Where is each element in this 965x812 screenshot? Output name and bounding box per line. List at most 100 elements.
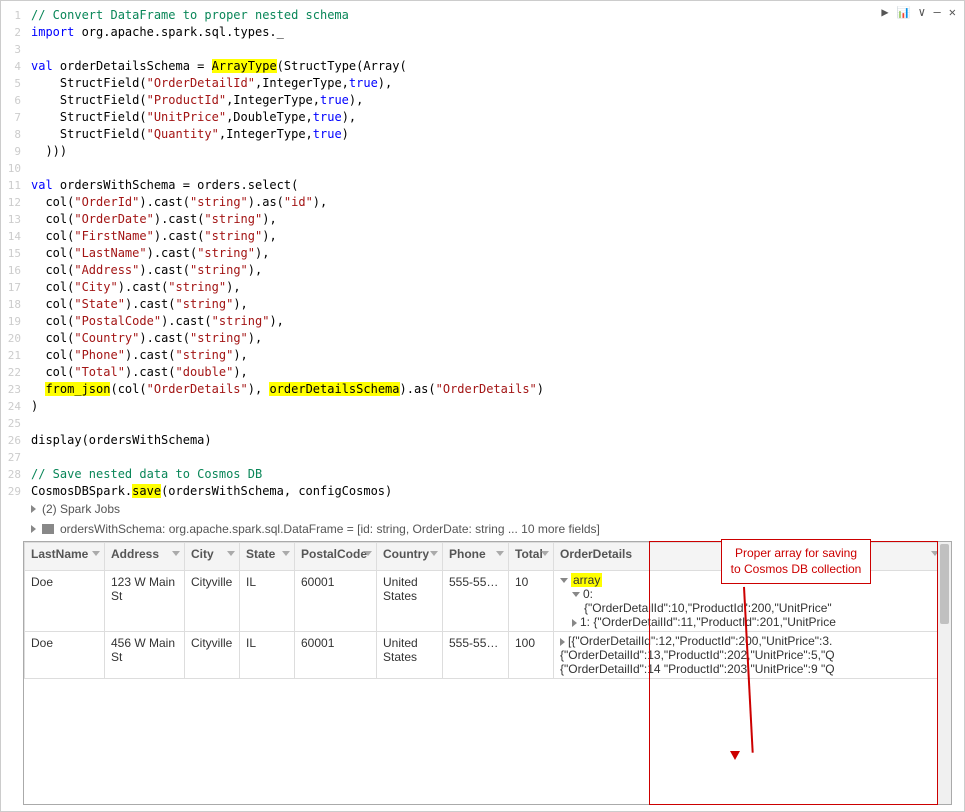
table-cell: IL <box>240 632 295 679</box>
code-line-content[interactable]: col("PostalCode").cast("string"), <box>31 313 284 330</box>
scrollbar-thumb[interactable] <box>940 544 949 624</box>
code-line-content[interactable]: col("Total").cast("double"), <box>31 364 248 381</box>
header-label: Address <box>111 547 159 561</box>
sort-icon[interactable] <box>496 551 504 556</box>
sort-icon[interactable] <box>172 551 180 556</box>
code-line-content[interactable]: ) <box>31 398 38 415</box>
array-item-value: {"OrderDetailId":10,"ProductId":200,"Uni… <box>558 601 943 615</box>
code-line-content[interactable]: col("Phone").cast("string"), <box>31 347 248 364</box>
sort-icon[interactable] <box>541 551 549 556</box>
table-cell: 100 <box>509 632 554 679</box>
line-number: 19 <box>1 313 31 330</box>
sort-icon[interactable] <box>430 551 438 556</box>
header-label: Phone <box>449 547 486 561</box>
table-cell: Cityville <box>185 571 240 632</box>
code-line-content[interactable]: from_json(col("OrderDetails"), orderDeta… <box>31 381 544 398</box>
header-label: City <box>191 547 214 561</box>
line-number: 22 <box>1 364 31 381</box>
column-header[interactable]: Phone <box>443 543 509 571</box>
code-line-content[interactable]: // Convert DataFrame to proper nested sc… <box>31 7 349 24</box>
header-label: State <box>246 547 275 561</box>
code-line-content[interactable]: col("OrderDate").cast("string"), <box>31 211 277 228</box>
line-number: 2 <box>1 24 31 41</box>
header-label: Total <box>515 547 543 561</box>
table-row[interactable]: Doe456 W Main StCityvilleIL60001United S… <box>25 632 944 679</box>
header-label: PostalCode <box>301 547 367 561</box>
line-number: 3 <box>1 41 31 58</box>
line-number: 12 <box>1 194 31 211</box>
code-line-content[interactable]: display(ordersWithSchema) <box>31 432 212 449</box>
line-number: 14 <box>1 228 31 245</box>
table-cell: Cityville <box>185 632 240 679</box>
table-cell: 555-555-5555 <box>443 571 509 632</box>
line-number: 1 <box>1 7 31 24</box>
code-line-content[interactable]: col("State").cast("string"), <box>31 296 248 313</box>
array-item-value: [{"OrderDetailId":12,"ProductId":200,"Un… <box>558 634 943 648</box>
column-header[interactable]: Total <box>509 543 554 571</box>
column-header[interactable]: PostalCode <box>295 543 377 571</box>
chevron-right-icon <box>31 525 36 533</box>
sort-icon[interactable] <box>364 551 372 556</box>
code-line-content[interactable]: StructField("Quantity",IntegerType,true) <box>31 126 349 143</box>
line-number: 20 <box>1 330 31 347</box>
code-line-content[interactable]: StructField("ProductId",IntegerType,true… <box>31 92 363 109</box>
code-line-content[interactable]: StructField("UnitPrice",DoubleType,true)… <box>31 109 356 126</box>
column-header[interactable]: LastName <box>25 543 105 571</box>
chevron-down-icon[interactable] <box>560 578 568 583</box>
sort-icon[interactable] <box>92 551 100 556</box>
line-number: 4 <box>1 58 31 75</box>
schema-expander[interactable]: ordersWithSchema: org.apache.spark.sql.D… <box>31 519 954 539</box>
spark-jobs-expander[interactable]: (2) Spark Jobs <box>31 499 954 519</box>
code-line-content[interactable]: col("OrderId").cast("string").as("id"), <box>31 194 327 211</box>
code-line-content[interactable]: // Save nested data to Cosmos DB <box>31 466 262 483</box>
line-number: 11 <box>1 177 31 194</box>
code-line-content[interactable]: col("FirstName").cast("string"), <box>31 228 277 245</box>
code-line-content[interactable]: col("LastName").cast("string"), <box>31 245 269 262</box>
table-cell: 123 W Main St <box>105 571 185 632</box>
callout-text: Proper array for saving to Cosmos DB col… <box>731 546 862 576</box>
code-line-content[interactable]: val ordersWithSchema = orders.select( <box>31 177 298 194</box>
code-editor[interactable]: 1// Convert DataFrame to proper nested s… <box>1 7 964 500</box>
line-number: 8 <box>1 126 31 143</box>
code-line-content[interactable]: val orderDetailsSchema = ArrayType(Struc… <box>31 58 407 75</box>
schema-label: ordersWithSchema: org.apache.spark.sql.D… <box>60 522 600 536</box>
column-header[interactable]: State <box>240 543 295 571</box>
line-number: 18 <box>1 296 31 313</box>
column-header[interactable]: Address <box>105 543 185 571</box>
callout-box: Proper array for saving to Cosmos DB col… <box>721 539 871 584</box>
sort-icon[interactable] <box>227 551 235 556</box>
code-line-content[interactable]: col("Address").cast("string"), <box>31 262 262 279</box>
vertical-scrollbar[interactable] <box>937 542 951 804</box>
chevron-right-icon[interactable] <box>572 619 577 627</box>
line-number: 16 <box>1 262 31 279</box>
array-item-value: {"OrderDetailId":14 "ProductId":203 "Uni… <box>558 662 943 676</box>
table-cell: Doe <box>25 571 105 632</box>
chevron-right-icon <box>31 505 36 513</box>
spark-jobs-label: (2) Spark Jobs <box>42 502 120 516</box>
column-header[interactable]: City <box>185 543 240 571</box>
code-line-content[interactable]: StructField("OrderDetailId",IntegerType,… <box>31 75 392 92</box>
table-cell: Doe <box>25 632 105 679</box>
header-label: LastName <box>31 547 88 561</box>
code-line-content[interactable]: col("Country").cast("string"), <box>31 330 262 347</box>
line-number: 24 <box>1 398 31 415</box>
line-number: 27 <box>1 449 31 466</box>
line-number: 10 <box>1 160 31 177</box>
table-cell: 10 <box>509 571 554 632</box>
code-line-content[interactable]: import org.apache.spark.sql.types._ <box>31 24 284 41</box>
sort-icon[interactable] <box>282 551 290 556</box>
code-line-content[interactable]: CosmosDBSpark.save(ordersWithSchema, con… <box>31 483 392 500</box>
table-cell: IL <box>240 571 295 632</box>
line-number: 5 <box>1 75 31 92</box>
line-number: 13 <box>1 211 31 228</box>
array-item-value: {"OrderDetailId":13,"ProductId":202,"Uni… <box>558 648 943 662</box>
table-cell: 555-555-5551 <box>443 632 509 679</box>
chevron-down-icon[interactable] <box>572 592 580 597</box>
code-line-content[interactable]: ))) <box>31 143 67 160</box>
code-line-content[interactable]: col("City").cast("string"), <box>31 279 241 296</box>
array-index: 0: <box>583 587 593 601</box>
column-header[interactable]: Country <box>377 543 443 571</box>
line-number: 25 <box>1 415 31 432</box>
console-icon <box>42 524 54 534</box>
chevron-right-icon[interactable] <box>560 638 565 646</box>
